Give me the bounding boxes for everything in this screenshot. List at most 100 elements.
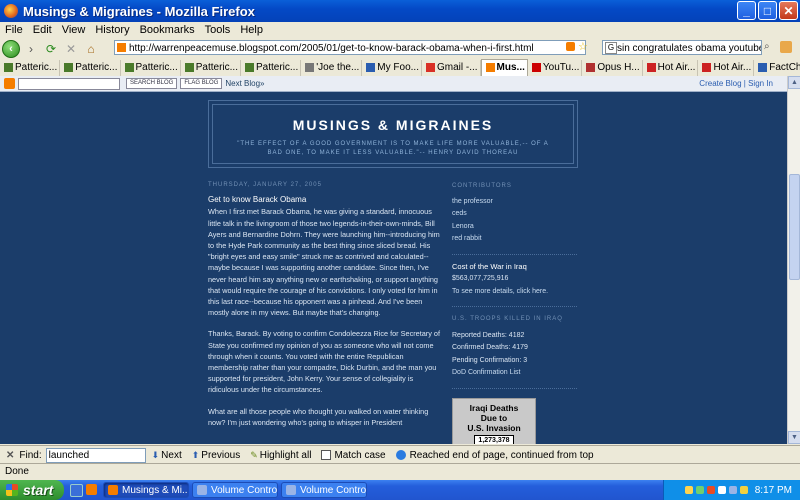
down-arrow-icon: ⬇ <box>151 449 160 460</box>
bookmark-item[interactable]: Patteric... <box>0 59 61 76</box>
bookmark-item[interactable]: Patteric... <box>60 59 121 76</box>
contributor-link[interactable]: the professor <box>452 196 577 209</box>
bookmark-favicon-icon <box>425 63 435 72</box>
create-blog-link[interactable]: Create Blog <box>699 79 741 88</box>
find-bar: ✕ Find: ⬇Next ⬆Previous ✎Highlight all M… <box>0 445 800 464</box>
bookmark-label: FactChe... <box>769 62 800 73</box>
bookmark-item[interactable]: Hot Air... <box>643 59 699 76</box>
bookmark-item[interactable]: Hot Air... <box>698 59 755 76</box>
scroll-down-arrow-icon[interactable]: ▼ <box>788 431 800 444</box>
scroll-up-arrow-icon[interactable]: ▲ <box>788 76 800 89</box>
menu-file[interactable]: File <box>0 24 28 36</box>
counter-value: 1,273,378 <box>474 435 514 444</box>
bookmark-item[interactable]: YouTu... <box>528 59 583 76</box>
taskbar-button[interactable]: Musings & Mi... <box>103 482 189 498</box>
blog-search-input[interactable] <box>18 77 120 90</box>
search-box[interactable]: G sin congratulates obama youtube <box>602 40 762 55</box>
menu-bookmarks[interactable]: Bookmarks <box>135 24 200 36</box>
bookmark-item[interactable]: Patteric... <box>241 59 302 76</box>
forward-button[interactable]: › <box>22 40 40 58</box>
search-go-icon[interactable]: ⌕ <box>764 41 770 52</box>
bookmark-item[interactable]: Gmail -... <box>422 59 481 76</box>
minimize-button[interactable]: _ <box>737 1 756 20</box>
bookmark-item[interactable]: Opus H... <box>582 59 643 76</box>
reload-icon: ⟳ <box>45 41 57 56</box>
next-blog-link[interactable]: Next Blog» <box>225 79 264 88</box>
scrollbar-thumb[interactable] <box>789 174 800 280</box>
dod-confirmation-link[interactable]: DoD Confirmation List <box>452 367 577 380</box>
blogger-logo-icon[interactable] <box>4 78 15 89</box>
bookmark-item[interactable]: Mus... <box>480 58 528 77</box>
tray-icon[interactable] <box>684 486 693 494</box>
search-blog-button[interactable]: SEARCH BLOG <box>126 78 178 89</box>
highlighter-icon: ✎ <box>250 449 258 460</box>
find-next-button[interactable]: ⬇ Next <box>152 450 182 461</box>
show-desktop-icon[interactable] <box>70 483 83 497</box>
counter-line-2: Due to <box>480 413 508 423</box>
close-find-bar-icon[interactable]: ✕ <box>6 450 14 461</box>
menu-history[interactable]: History <box>90 24 134 36</box>
taskbar-button[interactable]: Volume Control <box>281 482 367 498</box>
bookmark-label: Patteric... <box>75 62 118 73</box>
highlight-all-button[interactable]: ✎ Highlight all <box>250 450 311 461</box>
firefox-icon <box>4 4 18 18</box>
troops-killed-heading: U.S. TROOPS KILLED IN IRAQ <box>452 316 563 322</box>
close-button[interactable]: ✕ <box>779 1 798 20</box>
menu-help[interactable]: Help <box>235 24 268 36</box>
addon-icon[interactable] <box>780 41 792 53</box>
tray-icon[interactable] <box>717 486 726 494</box>
find-input[interactable] <box>45 447 146 463</box>
bookmark-label: Mus... <box>496 62 525 73</box>
menu-edit[interactable]: Edit <box>28 24 57 36</box>
maximize-button[interactable]: □ <box>758 1 777 20</box>
search-input-text: sin congratulates obama youtube <box>617 43 762 54</box>
war-cost-details-link[interactable]: To see more details, click here. <box>452 286 577 299</box>
windows-taskbar: start Musings & Mi... Volume Control Volum… <box>0 480 800 500</box>
system-tray: 8:17 PM <box>663 480 800 500</box>
bookmark-item[interactable]: FactChe... <box>754 60 800 76</box>
wrap-around-icon <box>395 450 406 460</box>
contributor-link[interactable]: red rabbit <box>452 233 577 246</box>
tray-icon[interactable] <box>706 486 715 494</box>
sidebar-divider <box>452 253 577 255</box>
app-icon <box>286 485 296 495</box>
reload-button[interactable]: ⟳ <box>42 40 60 58</box>
find-previous-label: Previous <box>201 449 241 461</box>
post-paragraph: What are all those people who thought yo… <box>208 406 429 427</box>
bookmark-item[interactable]: Patteric... <box>121 59 181 76</box>
taskbar-button[interactable]: Volume Control <box>192 482 278 498</box>
forward-arrow-icon: › <box>29 41 33 56</box>
start-button[interactable]: start <box>0 480 64 500</box>
post-paragraph: When I first met Barack Obama, he was gi… <box>208 207 440 318</box>
window-title-bar[interactable]: Musings & Migraines - Mozilla Firefox _ … <box>0 0 800 22</box>
home-button[interactable]: ⌂ <box>82 40 100 58</box>
tray-icon[interactable] <box>728 486 737 494</box>
sign-in-link[interactable]: Sign In <box>748 79 773 88</box>
rss-feed-icon[interactable] <box>566 42 575 51</box>
clock[interactable]: 8:17 PM <box>755 485 792 496</box>
find-previous-button[interactable]: ⬆ Previous <box>192 450 240 461</box>
iraqi-deaths-counter-image[interactable]: Iraqi Deaths Due to U.S. Invasion 1,273,… <box>452 398 536 444</box>
stop-button[interactable]: ✕ <box>62 40 80 58</box>
bookmark-item[interactable]: Patteric... <box>181 59 241 76</box>
back-button[interactable]: ‹ <box>2 39 20 58</box>
find-next-label: Next <box>161 449 182 461</box>
tray-icon[interactable] <box>695 486 704 494</box>
blog-title[interactable]: MUSINGS & MIGRAINES <box>213 117 573 133</box>
flag-blog-button[interactable]: FLAG BLOG <box>180 78 223 89</box>
contributor-link[interactable]: ceds <box>452 208 577 221</box>
bookmark-favicon-icon <box>305 63 315 72</box>
blog-description: "THE EFFECT OF A GOOD GOVERNMENT IS TO M… <box>237 141 549 156</box>
bookmark-item[interactable]: My Foo... <box>362 59 422 76</box>
volume-icon[interactable] <box>739 486 748 494</box>
sidebar: CONTRIBUTORS the professor ceds Lenora r… <box>452 180 577 395</box>
match-case-checkbox[interactable]: Match case <box>321 450 386 461</box>
url-bar[interactable]: http://warrenpeacemuse.blogspot.com/2005… <box>114 40 586 55</box>
menu-view[interactable]: View <box>57 24 91 36</box>
bookmark-item[interactable]: 'Joe the... <box>301 59 363 76</box>
menu-tools[interactable]: Tools <box>200 24 236 36</box>
vertical-scrollbar[interactable]: ▲ ▼ <box>787 76 800 444</box>
contributor-link[interactable]: Lenora <box>452 221 577 234</box>
firefox-quicklaunch-icon[interactable] <box>86 483 97 495</box>
bookmark-star-icon[interactable]: ☆ <box>578 40 588 53</box>
